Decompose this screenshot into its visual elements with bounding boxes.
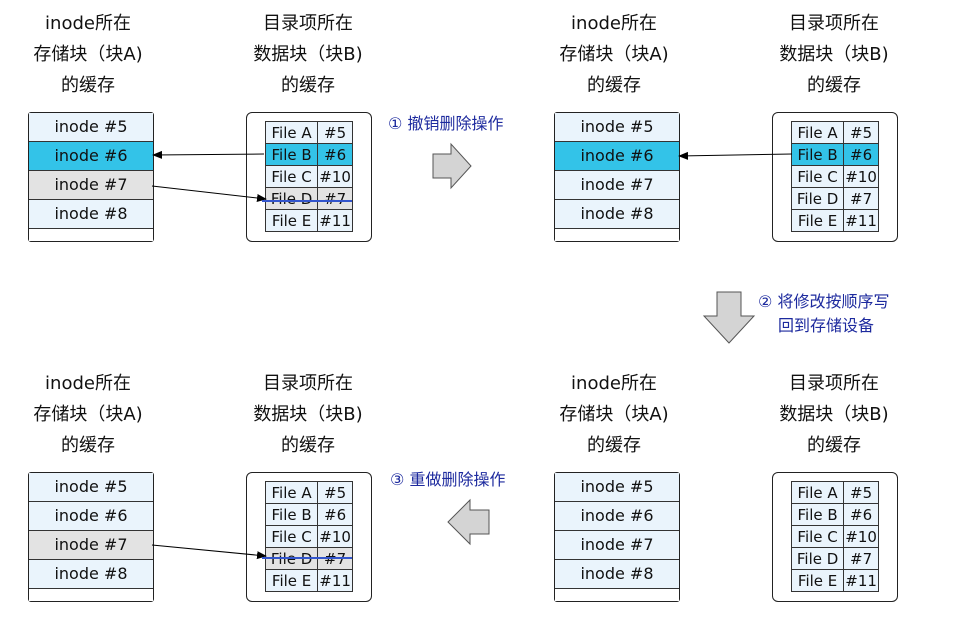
pointer-arrow-inode-7-to-file-d bbox=[151, 544, 267, 560]
flow-arrow-left bbox=[447, 498, 490, 546]
pointer-arrow-inode-7-to-file-d bbox=[151, 185, 267, 202]
pointer-arrow-file-b-to-inode-6 bbox=[152, 150, 265, 159]
pointer-arrow-file-b-to-inode-6 bbox=[678, 151, 793, 160]
diagram-overlay bbox=[151, 142, 793, 560]
flow-arrow-right bbox=[432, 142, 472, 190]
flow-arrow-down bbox=[702, 291, 756, 344]
